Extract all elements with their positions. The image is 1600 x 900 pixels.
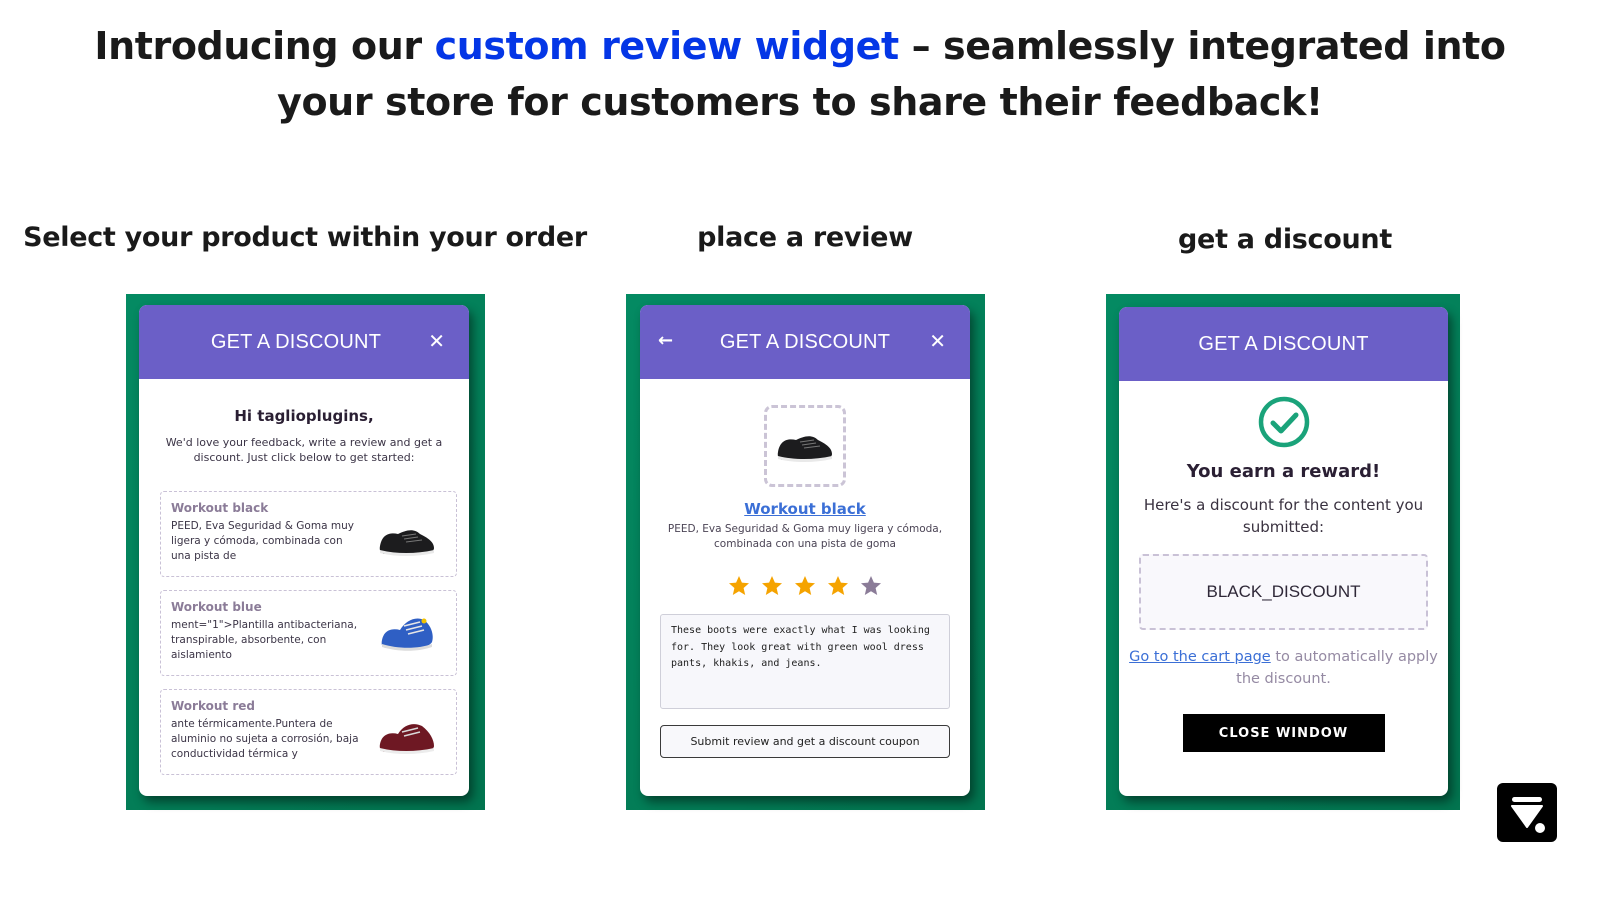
widget-title: GET A DISCOUNT [210, 330, 382, 353]
star-filled-icon[interactable] [792, 574, 818, 598]
discount-widget-reward: GET A DISCOUNT You earn a reward! Here's… [1119, 307, 1448, 796]
headline-line-1: Introducing our custom review widget – s… [94, 24, 1506, 68]
greeting: Hi taglioplugins, [234, 407, 374, 425]
widget-title: GET A DISCOUNT [719, 330, 891, 353]
close-icon[interactable]: ✕ [428, 330, 445, 352]
product-item-workout-black[interactable]: Workout black PEED, Eva Seguridad & Goma… [160, 491, 457, 577]
check-circle-icon [1258, 396, 1309, 448]
brand-logo [1497, 783, 1557, 842]
step-2-title: place a review [697, 222, 913, 253]
discount-widget-select: GET A DISCOUNT ✕ Hi taglioplugins, We'd … [139, 305, 469, 796]
cart-instruction: Go to the cart page to automatically app… [1129, 649, 1438, 687]
product-description: ment="1">Plantilla antibacteriana, trans… [171, 619, 358, 661]
black-sneaker-image [379, 530, 434, 556]
star-rating[interactable] [640, 574, 970, 598]
select-product-panel: GET A DISCOUNT ✕ Hi taglioplugins, We'd … [126, 294, 485, 810]
product-description: PEED, Eva Seguridad & Goma muy ligera y … [667, 523, 943, 550]
page-headline: Introducing our custom review widget – s… [0, 18, 1600, 130]
shield-logo-icon [1511, 797, 1547, 835]
product-list: Workout black PEED, Eva Seguridad & Goma… [160, 491, 457, 775]
product-name: Workout red [171, 699, 255, 713]
step-3-title: get a discount [1178, 224, 1392, 255]
product-item-workout-blue[interactable]: Workout blue ment="1">Plantilla antibact… [160, 590, 457, 676]
star-filled-icon[interactable] [759, 574, 785, 598]
intro-text: We'd love your feedback, write a review … [165, 436, 443, 464]
black-sneaker-image [777, 436, 832, 462]
discount-widget-review: ← GET A DISCOUNT ✕ Workout black PEED, E… [640, 305, 970, 796]
blue-sneaker-image [381, 618, 433, 651]
close-icon[interactable]: ✕ [929, 330, 946, 352]
headline-accent: custom review widget [434, 24, 900, 68]
step-1-title: Select your product within your order [23, 222, 587, 253]
product-image-frame [764, 405, 846, 487]
cart-page-link[interactable]: Go to the cart page [1129, 649, 1271, 665]
get-discount-panel: GET A DISCOUNT You earn a reward! Here's… [1106, 294, 1460, 810]
widget-title: GET A DISCOUNT [1198, 332, 1369, 355]
headline-line-2: your store for customers to share their … [277, 80, 1323, 124]
submit-review-button[interactable]: Submit review and get a discount coupon [660, 725, 950, 758]
product-description: ante térmicamente.Puntera de aluminio no… [171, 718, 359, 760]
review-textarea[interactable]: These boots were exactly what I was look… [660, 614, 950, 709]
widget-header: ← GET A DISCOUNT ✕ [640, 305, 970, 379]
place-review-panel: ← GET A DISCOUNT ✕ Workout black PEED, E… [626, 294, 985, 810]
close-window-button[interactable]: CLOSE WINDOW [1182, 714, 1385, 752]
star-filled-icon[interactable] [726, 574, 752, 598]
widget-header: GET A DISCOUNT [1119, 307, 1448, 381]
star-filled-icon[interactable] [825, 574, 851, 598]
arrow-left-icon[interactable]: ← [658, 331, 673, 351]
star-empty-icon[interactable] [858, 574, 884, 598]
red-sneaker-image [379, 724, 434, 754]
product-description: PEED, Eva Seguridad & Goma muy ligera y … [171, 520, 354, 562]
product-name: Workout black [171, 501, 269, 515]
discount-code[interactable]: BLACK_DISCOUNT [1139, 554, 1428, 630]
widget-header: GET A DISCOUNT ✕ [139, 305, 469, 379]
reward-title: You earn a reward! [1186, 461, 1381, 482]
product-name-link[interactable]: Workout black [640, 500, 970, 518]
product-item-workout-red[interactable]: Workout red ante térmicamente.Puntera de… [160, 689, 457, 775]
reward-subtitle: Here's a discount for the content you su… [1143, 496, 1424, 536]
